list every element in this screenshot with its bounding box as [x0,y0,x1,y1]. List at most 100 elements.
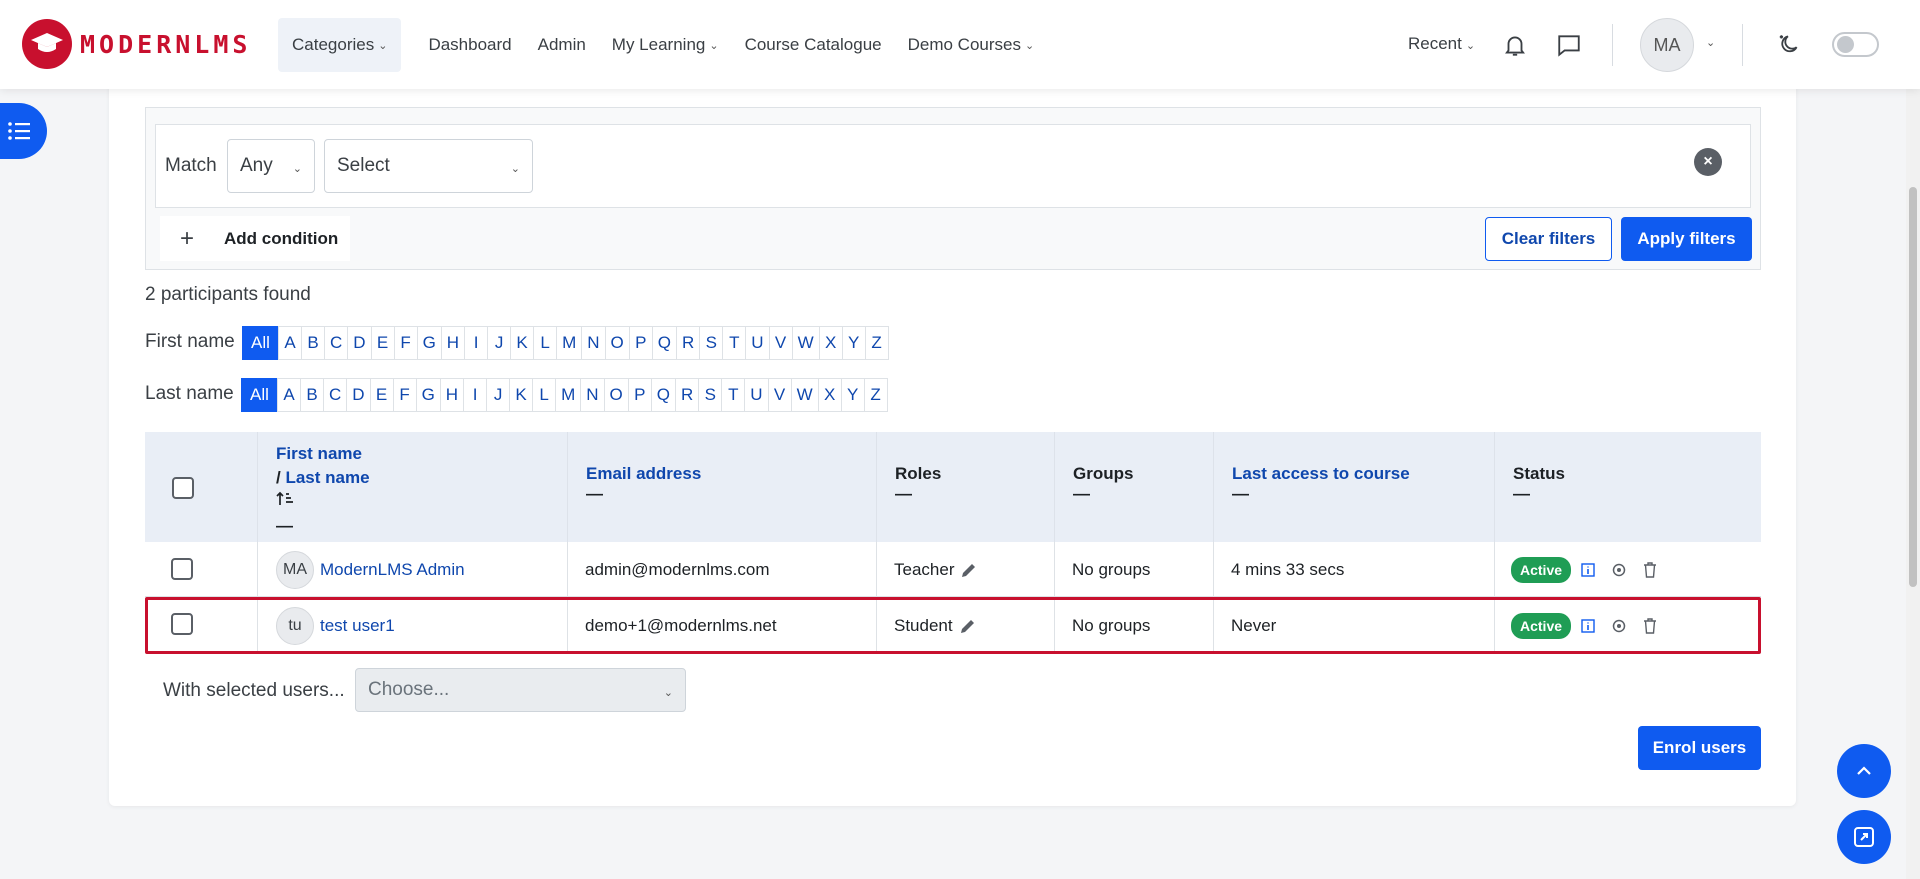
bulk-action-select[interactable]: Choose... ⌄ [355,668,686,712]
initial-letter[interactable]: H [440,326,466,360]
initial-letter[interactable]: E [370,326,395,360]
user-profile-link[interactable]: test user1 [320,616,395,636]
initial-letter[interactable]: Z [863,378,888,412]
initial-letter[interactable]: O [604,326,630,360]
initial-letter[interactable]: T [721,378,746,412]
initial-letter[interactable]: Y [840,378,865,412]
nav-dashboard[interactable]: Dashboard [415,18,524,72]
initial-letter[interactable]: I [463,378,488,412]
sort-first-name-link[interactable]: First name [276,444,362,463]
initial-letter[interactable]: P [628,326,653,360]
initial-letter[interactable]: I [464,326,489,360]
apply-filters-button[interactable]: Apply filters [1621,217,1752,261]
filter-type-select[interactable]: Select ⌄ [324,139,533,193]
initial-letter[interactable]: B [301,326,325,360]
moon-stars-icon[interactable] [1776,32,1802,58]
initial-letter[interactable]: F [393,326,418,360]
clear-filters-button[interactable]: Clear filters [1485,217,1612,261]
initial-letter[interactable]: K [509,378,534,412]
initial-letter[interactable]: M [556,326,583,360]
initial-letter[interactable]: Q [650,378,676,412]
initial-letter[interactable]: U [745,326,770,360]
nav-course-catalogue[interactable]: Course Catalogue [732,18,895,72]
initial-letter[interactable]: X [817,378,842,412]
initial-letter[interactable]: S [698,378,723,412]
pencil-icon[interactable] [959,617,977,635]
initial-letter[interactable]: S [699,326,724,360]
row-select-checkbox[interactable] [171,558,193,580]
initial-letter[interactable]: E [369,378,394,412]
initial-letter[interactable]: R [675,378,700,412]
initial-letter[interactable]: P [627,378,652,412]
theme-toggle[interactable] [1832,32,1879,57]
select-all-checkbox[interactable] [172,477,194,499]
initial-letter[interactable]: B [300,378,324,412]
initial-letter[interactable]: L [533,326,558,360]
course-index-toggle[interactable] [0,103,47,159]
initial-letter[interactable]: N [581,326,606,360]
initial-letter[interactable]: V [767,378,792,412]
initial-letter[interactable]: V [768,326,793,360]
initial-letter[interactable]: G [415,378,441,412]
page-scrollbar[interactable] [1906,0,1920,879]
message-icon[interactable] [1556,32,1582,58]
row-select-checkbox[interactable] [171,613,193,635]
initial-letter[interactable]: C [323,378,348,412]
initial-letter[interactable]: D [347,326,372,360]
fullscreen-button[interactable] [1837,810,1891,864]
recent-menu[interactable]: Recent ⌄ [1408,34,1475,54]
gear-icon[interactable] [1611,618,1627,634]
match-select[interactable]: Any ⌄ [227,139,315,193]
initial-letter[interactable]: M [555,378,582,412]
sort-email-link[interactable]: Email address [586,464,701,484]
initial-letter[interactable]: A [277,378,301,412]
add-condition-button[interactable]: + Add condition [160,216,350,261]
initial-letter[interactable]: W [791,326,820,360]
initial-letter[interactable]: Z [864,326,889,360]
initial-letter[interactable]: T [722,326,747,360]
initial-letter[interactable]: W [790,378,819,412]
initial-letter[interactable]: Y [841,326,866,360]
initial-letter[interactable]: H [439,378,465,412]
initial-letter[interactable]: U [744,378,769,412]
pencil-icon[interactable] [960,561,978,579]
brand-logo[interactable]: MODERNLMS [22,19,251,69]
trash-icon[interactable] [1643,617,1657,634]
remove-condition-icon[interactable]: × [1694,148,1722,176]
initial-letter[interactable]: C [324,326,349,360]
nav-categories[interactable]: Categories ⌄ [278,18,402,72]
initial-letter[interactable]: J [487,326,512,360]
initial-letter[interactable]: O [603,378,629,412]
chevron-down-icon[interactable]: ⌄ [1706,36,1715,49]
nav-demo-courses[interactable]: Demo Courses ⌄ [895,18,1048,72]
initial-letter[interactable]: G [416,326,442,360]
groups-cell: No groups [1072,615,1151,635]
initial-letter[interactable]: L [532,378,557,412]
gear-icon[interactable] [1611,562,1627,578]
initial-letter[interactable]: R [676,326,701,360]
sort-last-access-link[interactable]: Last access to course [1232,464,1410,484]
back-to-top-button[interactable] [1837,744,1891,798]
sort-ascending-icon[interactable] [276,491,294,511]
initial-letter[interactable]: D [346,378,371,412]
initial-letter[interactable]: J [486,378,511,412]
initial-letter[interactable]: Q [651,326,677,360]
initial-all[interactable]: All [242,326,279,360]
trash-icon[interactable] [1643,561,1657,578]
scrollbar-thumb[interactable] [1909,187,1917,587]
initial-all[interactable]: All [241,378,278,412]
bell-icon[interactable] [1502,32,1528,58]
info-icon[interactable] [1581,562,1595,577]
enrol-users-button[interactable]: Enrol users [1638,726,1761,770]
nav-my-learning[interactable]: My Learning ⌄ [599,18,732,72]
info-icon[interactable] [1581,618,1595,633]
initial-letter[interactable]: K [510,326,535,360]
initial-letter[interactable]: F [392,378,417,412]
initial-letter[interactable]: A [278,326,302,360]
user-avatar[interactable]: MA [1640,18,1694,72]
user-profile-link[interactable]: ModernLMS Admin [320,560,465,580]
nav-admin[interactable]: Admin [525,18,599,72]
initial-letter[interactable]: X [818,326,843,360]
initial-letter[interactable]: N [580,378,605,412]
sort-last-name-link[interactable]: Last name [285,468,369,487]
